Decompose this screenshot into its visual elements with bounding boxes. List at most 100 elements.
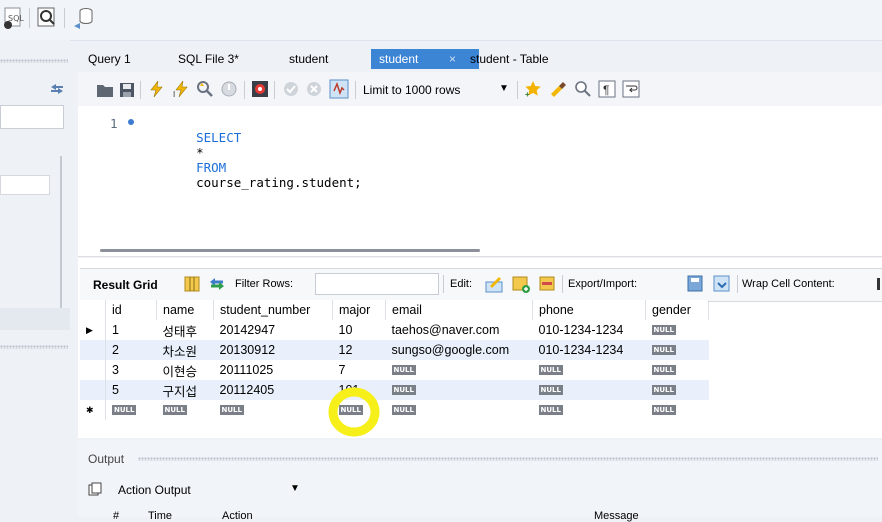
column-header-major[interactable]: major bbox=[332, 300, 386, 320]
export-icon[interactable] bbox=[686, 274, 706, 294]
execute-current-icon[interactable]: I bbox=[172, 80, 190, 98]
edit-row-icon[interactable] bbox=[484, 274, 504, 294]
cell-email[interactable]: sungso@google.com bbox=[386, 340, 533, 360]
autocommit-toggle-icon[interactable] bbox=[329, 79, 349, 99]
cell-id[interactable]: NULL bbox=[106, 400, 157, 420]
cell-major[interactable]: 12 bbox=[333, 340, 386, 360]
cell-phone[interactable]: NULL bbox=[533, 360, 646, 380]
tab-student[interactable]: student bbox=[289, 49, 328, 69]
filter-rows-label: Filter Rows: bbox=[235, 278, 294, 290]
cell-phone[interactable]: NULL bbox=[533, 380, 646, 400]
cell-id[interactable]: 1 bbox=[106, 320, 157, 340]
stop-icon[interactable] bbox=[220, 80, 238, 98]
filter-arrows-icon[interactable] bbox=[209, 277, 225, 291]
table-row[interactable]: 2 차소원 20130912 12 sungso@google.com 010-1234-… bbox=[80, 340, 709, 360]
column-header-name[interactable]: name bbox=[156, 300, 214, 320]
tab-student-active[interactable]: student × bbox=[371, 49, 479, 69]
cell-email[interactable]: NULL bbox=[386, 360, 533, 380]
cell-student-number[interactable]: NULL bbox=[214, 400, 333, 420]
cell-gender[interactable]: NULL bbox=[646, 320, 709, 340]
tab-query-1[interactable]: Query 1 bbox=[88, 49, 131, 69]
cell-student-number[interactable]: 20130912 bbox=[214, 340, 333, 360]
column-header-phone[interactable]: phone bbox=[532, 300, 646, 320]
cell-id[interactable]: 5 bbox=[106, 380, 157, 400]
schema-tree-item[interactable] bbox=[0, 175, 50, 195]
cell-id[interactable]: 2 bbox=[106, 340, 157, 360]
open-folder-icon[interactable] bbox=[96, 81, 114, 99]
output-view-icon[interactable] bbox=[88, 482, 102, 496]
beautify-brush-icon[interactable] bbox=[549, 80, 567, 98]
wrap-toggle-icon[interactable] bbox=[877, 278, 880, 290]
cell-phone[interactable]: NULL bbox=[533, 400, 646, 420]
column-header-student-number[interactable]: student_number bbox=[213, 300, 333, 320]
cell-major[interactable]: 7 bbox=[333, 360, 386, 380]
sidebar-splitter[interactable] bbox=[0, 59, 68, 63]
schema-filter-input[interactable] bbox=[0, 105, 64, 129]
table-row[interactable]: 5 구지섭 20112405 101 NULL NULL NULL bbox=[80, 380, 709, 400]
rollback-icon[interactable] bbox=[305, 80, 323, 98]
cell-name[interactable]: 이현승 bbox=[157, 360, 214, 380]
sql-statement[interactable]: SELECT * FROM course_rating.student; bbox=[166, 115, 362, 205]
cell-student-number[interactable]: 20111025 bbox=[214, 360, 333, 380]
cell-email[interactable]: NULL bbox=[386, 380, 533, 400]
sidebar-splitter[interactable] bbox=[0, 345, 68, 349]
row-marker[interactable] bbox=[80, 360, 106, 380]
cell-email[interactable]: NULL bbox=[386, 400, 533, 420]
refresh-arrows-icon[interactable] bbox=[50, 83, 64, 95]
table-row[interactable]: 3 이현승 20111025 7 NULL NULL NULL bbox=[80, 360, 709, 380]
wrap-lines-icon[interactable] bbox=[622, 80, 640, 98]
cell-phone[interactable]: 010-1234-1234 bbox=[533, 320, 646, 340]
database-connect-icon[interactable] bbox=[72, 6, 94, 30]
row-marker[interactable] bbox=[80, 340, 106, 360]
cell-student-number[interactable]: 20112405 bbox=[214, 380, 333, 400]
statement-marker-icon bbox=[128, 119, 134, 125]
column-header-email[interactable]: email bbox=[385, 300, 533, 320]
cell-major[interactable]: 10 bbox=[333, 320, 386, 340]
commit-icon[interactable] bbox=[282, 80, 300, 98]
cell-email[interactable]: taehos@naver.com bbox=[386, 320, 533, 340]
row-marker[interactable]: ✱ bbox=[80, 400, 106, 420]
stop-on-error-icon[interactable] bbox=[251, 80, 269, 98]
column-header-gender[interactable]: gender bbox=[645, 300, 709, 320]
find-icon[interactable] bbox=[574, 80, 592, 98]
add-bookmark-star-icon[interactable]: + bbox=[524, 80, 542, 98]
sql-editor[interactable]: 1 SELECT * FROM course_rating.student; bbox=[78, 106, 882, 257]
limit-rows-select[interactable]: Limit to 1000 rows ▼ bbox=[361, 80, 511, 100]
cell-gender[interactable]: NULL bbox=[646, 400, 709, 420]
result-grid[interactable]: id name student_number major email phone… bbox=[80, 300, 720, 420]
result-grid-tab[interactable]: Result Grid bbox=[93, 278, 158, 292]
delete-row-icon[interactable] bbox=[538, 274, 558, 294]
sql-file-icon[interactable]: SQL bbox=[2, 6, 26, 30]
import-icon[interactable] bbox=[712, 274, 732, 294]
cell-phone[interactable]: 010-1234-1234 bbox=[533, 340, 646, 360]
filter-rows-input[interactable] bbox=[315, 273, 439, 295]
table-row[interactable]: ▶ 1 성태후 20142947 10 taehos@naver.com 010-1234-… bbox=[80, 320, 709, 340]
cell-name[interactable]: 구지섭 bbox=[157, 380, 214, 400]
cell-name[interactable]: 성태후 bbox=[157, 320, 214, 340]
add-row-icon[interactable] bbox=[511, 274, 531, 294]
cell-gender[interactable]: NULL bbox=[646, 380, 709, 400]
row-marker[interactable] bbox=[80, 380, 106, 400]
sidebar-scrollbar[interactable] bbox=[60, 156, 62, 316]
cell-name[interactable]: NULL bbox=[157, 400, 214, 420]
horizontal-scrollbar[interactable] bbox=[100, 249, 480, 252]
tab-student-table[interactable]: student - Table bbox=[470, 49, 549, 69]
output-splitter[interactable] bbox=[138, 457, 878, 461]
execute-icon[interactable] bbox=[147, 80, 165, 98]
cell-name[interactable]: 차소원 bbox=[157, 340, 214, 360]
table-row[interactable]: ✱ NULL NULL NULL NULL NULL NULL NULL bbox=[80, 400, 709, 420]
close-tab-icon[interactable]: × bbox=[449, 49, 456, 69]
cell-gender[interactable]: NULL bbox=[646, 340, 709, 360]
row-marker[interactable]: ▶ bbox=[80, 320, 106, 340]
cell-student-number[interactable]: 20142947 bbox=[214, 320, 333, 340]
output-type-select[interactable]: Action Output ▼ bbox=[114, 480, 304, 500]
invisible-chars-icon[interactable]: ¶ bbox=[598, 80, 616, 98]
column-header-id[interactable]: id bbox=[105, 300, 157, 320]
explain-icon[interactable] bbox=[196, 80, 214, 98]
save-icon[interactable] bbox=[118, 81, 136, 99]
cell-gender[interactable]: NULL bbox=[646, 360, 709, 380]
grid-view-icon[interactable] bbox=[184, 276, 200, 292]
inspector-icon[interactable] bbox=[36, 6, 58, 28]
tab-sql-file-3[interactable]: SQL File 3* bbox=[178, 49, 239, 69]
cell-id[interactable]: 3 bbox=[106, 360, 157, 380]
